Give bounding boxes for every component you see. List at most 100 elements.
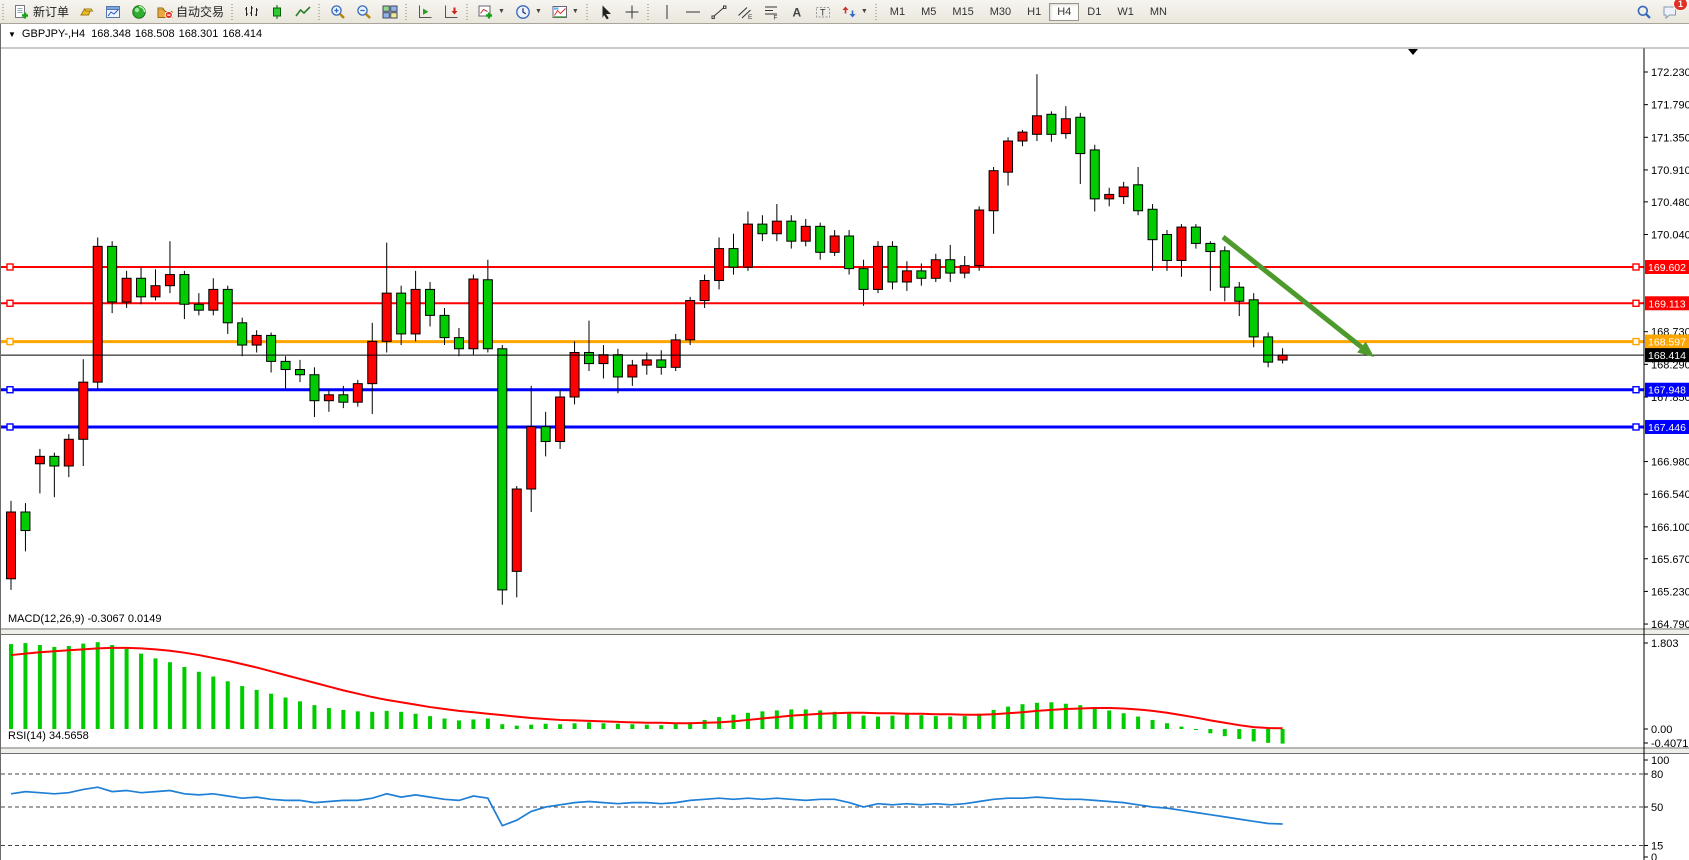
chevron-down-icon: ▼ bbox=[535, 8, 542, 15]
line-handle[interactable] bbox=[1633, 264, 1639, 270]
crosshair-button[interactable] bbox=[619, 0, 645, 24]
gold-button[interactable] bbox=[74, 0, 100, 24]
ohlc-values: 168.348168.508168.301168.414 bbox=[91, 28, 266, 40]
auto-trading-button[interactable]: 自动交易 bbox=[152, 0, 229, 24]
svg-text:0: 0 bbox=[1651, 852, 1657, 860]
channel-button[interactable]: E bbox=[732, 0, 758, 24]
candlestick-chart-button[interactable] bbox=[264, 0, 290, 24]
pane-splitter[interactable] bbox=[1, 749, 1689, 753]
timeframe-W1-button[interactable]: W1 bbox=[1109, 3, 1142, 21]
line-handle[interactable] bbox=[1633, 387, 1639, 393]
line-price-label: 168.597 bbox=[1648, 337, 1686, 349]
close-value: 168.414 bbox=[222, 28, 262, 40]
timeframe-H4-button[interactable]: H4 bbox=[1049, 3, 1079, 21]
toolbar-grip[interactable] bbox=[318, 4, 323, 20]
timeframe-M15-button[interactable]: M15 bbox=[944, 3, 981, 21]
chart-window[interactable]: 172.230171.790171.350170.910170.480170.0… bbox=[0, 24, 1689, 860]
templates-button[interactable]: ▼ bbox=[547, 0, 584, 24]
periods-button[interactable]: ▼ bbox=[510, 0, 547, 24]
line-handle[interactable] bbox=[1633, 424, 1639, 430]
cursor-button[interactable] bbox=[593, 0, 619, 24]
macd-indicator-label: MACD(12,26,9) -0.3067 0.0149 bbox=[8, 613, 162, 625]
timeframe-H1-button[interactable]: H1 bbox=[1019, 3, 1049, 21]
zoom-out-button[interactable] bbox=[351, 0, 377, 24]
line-chart-button[interactable] bbox=[290, 0, 316, 24]
svg-text:166.540: 166.540 bbox=[1651, 489, 1689, 501]
timeframe-M1-button[interactable]: M1 bbox=[882, 3, 913, 21]
market-watch-button[interactable] bbox=[126, 0, 152, 24]
chart-window-icon bbox=[105, 4, 121, 20]
tile-windows-button[interactable] bbox=[377, 0, 403, 24]
svg-text:T: T bbox=[820, 7, 826, 17]
autotrade-icon bbox=[157, 4, 173, 20]
svg-text:1.803: 1.803 bbox=[1651, 638, 1679, 650]
toolbar-grip[interactable] bbox=[466, 4, 471, 20]
horizontal-line-button[interactable] bbox=[680, 0, 706, 24]
toolbar-grip[interactable] bbox=[405, 4, 410, 20]
timeframe-M30-button[interactable]: M30 bbox=[982, 3, 1019, 21]
toolbar-grip[interactable] bbox=[875, 4, 880, 20]
timeframe-MN-button[interactable]: MN bbox=[1142, 3, 1175, 21]
notifications-button[interactable]: 1 bbox=[1657, 0, 1683, 24]
notification-badge: 1 bbox=[1673, 0, 1688, 11]
line-chart-icon bbox=[295, 4, 311, 20]
svg-text:170.480: 170.480 bbox=[1651, 197, 1689, 209]
chart-window-button[interactable] bbox=[100, 0, 126, 24]
line-handle[interactable] bbox=[7, 300, 13, 306]
new-order-icon bbox=[14, 4, 30, 20]
line-handle[interactable] bbox=[1633, 339, 1639, 345]
toolbar-grip[interactable] bbox=[231, 4, 236, 20]
line-price-label: 169.113 bbox=[1648, 298, 1685, 310]
fibonacci-button[interactable]: F bbox=[758, 0, 784, 24]
fibonacci-icon: F bbox=[763, 4, 779, 20]
svg-text:170.910: 170.910 bbox=[1651, 165, 1689, 177]
arrows-button[interactable]: ▼ bbox=[836, 0, 873, 24]
svg-text:171.790: 171.790 bbox=[1651, 100, 1689, 112]
svg-text:15: 15 bbox=[1651, 841, 1663, 853]
line-handle[interactable] bbox=[7, 387, 13, 393]
toolbar-grip[interactable] bbox=[586, 4, 591, 20]
pane-splitter[interactable] bbox=[1, 630, 1689, 634]
symbol-period-label: GBPJPY-,H4 bbox=[22, 28, 85, 40]
auto-scroll-button[interactable] bbox=[438, 0, 464, 24]
text-button[interactable]: A bbox=[784, 0, 810, 24]
trendline-button[interactable] bbox=[706, 0, 732, 24]
rsi-indicator-label: RSI(14) 34.5658 bbox=[8, 730, 89, 742]
gold-bar-icon bbox=[79, 4, 95, 20]
text-icon: A bbox=[789, 4, 805, 20]
line-handle[interactable] bbox=[7, 424, 13, 430]
new-order-button[interactable]: 新订单 bbox=[9, 0, 74, 24]
line-handle[interactable] bbox=[7, 339, 13, 345]
line-price-label: 167.446 bbox=[1648, 422, 1686, 434]
trendline-icon bbox=[711, 4, 727, 20]
svg-text:171.350: 171.350 bbox=[1651, 132, 1689, 144]
svg-text:165.670: 165.670 bbox=[1651, 554, 1689, 566]
line-handle[interactable] bbox=[1633, 300, 1639, 306]
chart-shift-button[interactable] bbox=[412, 0, 438, 24]
svg-text:50: 50 bbox=[1651, 802, 1663, 814]
toolbar-grip[interactable] bbox=[2, 4, 7, 20]
auto-trading-button-label: 自动交易 bbox=[176, 3, 224, 20]
bid-price-label: 168.414 bbox=[1648, 350, 1686, 362]
toolbar: 新订单 自动交易 ▼ ▼ ▼ EFA T ▼ M1M5M15M30H1H4D1W1MN 1 bbox=[0, 0, 1689, 24]
bars-chart-icon bbox=[243, 4, 259, 20]
channel-icon: E bbox=[737, 4, 753, 20]
svg-text:166.980: 166.980 bbox=[1651, 457, 1689, 469]
templates-icon bbox=[552, 4, 568, 20]
text-label-button[interactable]: T bbox=[810, 0, 836, 24]
search-button[interactable] bbox=[1631, 0, 1657, 24]
chart-canvas[interactable]: 172.230171.790171.350170.910170.480170.0… bbox=[1, 24, 1689, 860]
timeframe-D1-button[interactable]: D1 bbox=[1079, 3, 1109, 21]
timeframe-M5-button[interactable]: M5 bbox=[913, 3, 944, 21]
bars-chart-button[interactable] bbox=[238, 0, 264, 24]
toolbar-grip[interactable] bbox=[647, 4, 652, 20]
svg-text:172.230: 172.230 bbox=[1651, 67, 1689, 79]
new-chart-button[interactable]: ▼ bbox=[473, 0, 510, 24]
chart-title: ▼ GBPJPY-,H4 168.348168.508168.301168.41… bbox=[8, 28, 266, 40]
line-handle[interactable] bbox=[7, 264, 13, 270]
one-click-trading-toggle-icon[interactable]: ▼ bbox=[8, 30, 16, 39]
vertical-line-button[interactable] bbox=[654, 0, 680, 24]
zoom-in-button[interactable] bbox=[325, 0, 351, 24]
svg-text:100: 100 bbox=[1651, 755, 1669, 767]
svg-text:165.230: 165.230 bbox=[1651, 586, 1689, 598]
